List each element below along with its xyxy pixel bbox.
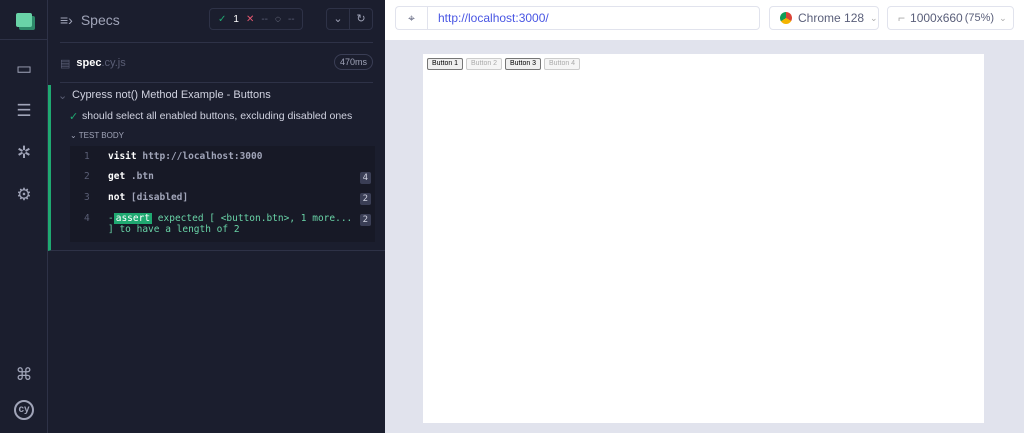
passed-count: 1: [233, 13, 239, 25]
chevron-down-icon[interactable]: ⌄: [327, 9, 349, 29]
settings-gear-icon[interactable]: ⚙: [14, 185, 34, 205]
passed-icon: ✓: [218, 13, 227, 25]
cmd-count: 2: [359, 214, 371, 226]
app-under-test: Button 1 Button 2 Button 3 Button 4: [423, 54, 984, 423]
selector-playground-icon[interactable]: ⌖: [395, 6, 427, 30]
debug-bug-icon[interactable]: ✲: [14, 143, 34, 163]
specs-nav-icon[interactable]: ▭: [14, 59, 34, 79]
cmd-message: http://localhost:3000: [142, 151, 263, 162]
test-stats: ✓ 1 ✕ -- ◌ --: [209, 8, 303, 30]
cmd-message: .btn: [130, 171, 154, 182]
reporter-panel: ≡› Specs ✓ 1 ✕ -- ◌ -- ⌄ ↻ ▤ spec .cy.js 470…: [48, 0, 385, 433]
rerun-icon[interactable]: ↻: [349, 9, 372, 29]
cmd-count: 2: [359, 193, 371, 205]
spec-file-header: ▤ spec .cy.js 470ms: [60, 54, 373, 72]
button-2: Button 2: [466, 58, 503, 70]
specs-title: Specs: [80, 12, 120, 28]
failed-icon: ✕: [245, 13, 255, 25]
cypress-logo-icon[interactable]: cy: [14, 400, 34, 420]
button-1[interactable]: Button 1: [427, 58, 464, 70]
file-icon: ▤: [60, 57, 71, 70]
cmd-num: 1: [84, 151, 90, 162]
viewport-icon: ⌐: [898, 11, 906, 25]
cmd-message: expected [ <button.btn>, 1 more...: [157, 213, 353, 224]
suite-title[interactable]: Cypress not() Method Example - Buttons: [72, 89, 271, 101]
pending-count: --: [287, 13, 295, 25]
command-log: 1 visit http://localhost:3000 2 get .btn 4 …: [70, 146, 375, 242]
keyboard-shortcuts-icon[interactable]: ⌘: [14, 365, 34, 385]
failed-count: --: [261, 13, 269, 25]
browser-panel: ⌖ http://localhost:3000/ Chrome 128 ⌄ ⌐ 1…: [385, 0, 1024, 433]
chevron-down-icon: ⌄: [999, 12, 1007, 23]
button-3[interactable]: Button 3: [505, 58, 542, 70]
cmd-name: get: [108, 171, 126, 182]
url-bar[interactable]: http://localhost:3000/: [427, 6, 760, 30]
pending-icon: ◌: [275, 13, 281, 25]
viewport-selector[interactable]: ⌐ 1000x660 (75%) ⌄: [887, 6, 1014, 30]
cmd-num: 2: [84, 171, 90, 182]
viewport-scale: (75%): [964, 12, 995, 24]
specs-list-icon[interactable]: ≡›: [60, 12, 73, 28]
test-body-label: ⌄ TEST BODY: [70, 131, 124, 140]
cmd-name: assert: [113, 213, 153, 224]
cmd-num: 3: [84, 192, 90, 203]
cmd-name: not: [108, 192, 126, 203]
suite[interactable]: ⌄ Cypress not() Method Example - Buttons…: [48, 85, 385, 251]
pass-check-icon: ✓: [69, 111, 79, 123]
button-4: Button 4: [544, 58, 581, 70]
runs-nav-icon[interactable]: ☰: [14, 101, 34, 121]
browser-name: Chrome 128: [798, 11, 865, 25]
app-logo-icon: [0, 0, 47, 40]
cmd-count: 4: [359, 172, 371, 184]
test-title[interactable]: should select all enabled buttons, exclu…: [82, 110, 352, 122]
spec-ext: .cy.js: [101, 57, 126, 69]
spec-duration: 470ms: [333, 54, 373, 70]
cmd-message-continued: ] to have a length of 2: [108, 224, 240, 235]
chrome-icon: [780, 12, 792, 24]
spec-name: spec: [76, 57, 102, 69]
chevron-down-icon: ⌄: [870, 12, 878, 23]
chevron-down-icon: ⌄: [58, 90, 68, 102]
cmd-message: [disabled]: [130, 192, 189, 203]
cmd-name: visit: [108, 151, 137, 162]
side-nav: ▭ ☰ ✲ ⚙ ⌘ cy: [0, 0, 48, 433]
cmd-num: 4: [84, 213, 90, 224]
viewport-size: 1000x660: [910, 11, 963, 25]
browser-selector[interactable]: Chrome 128 ⌄: [769, 6, 879, 30]
test-body-text: TEST BODY: [78, 131, 124, 140]
